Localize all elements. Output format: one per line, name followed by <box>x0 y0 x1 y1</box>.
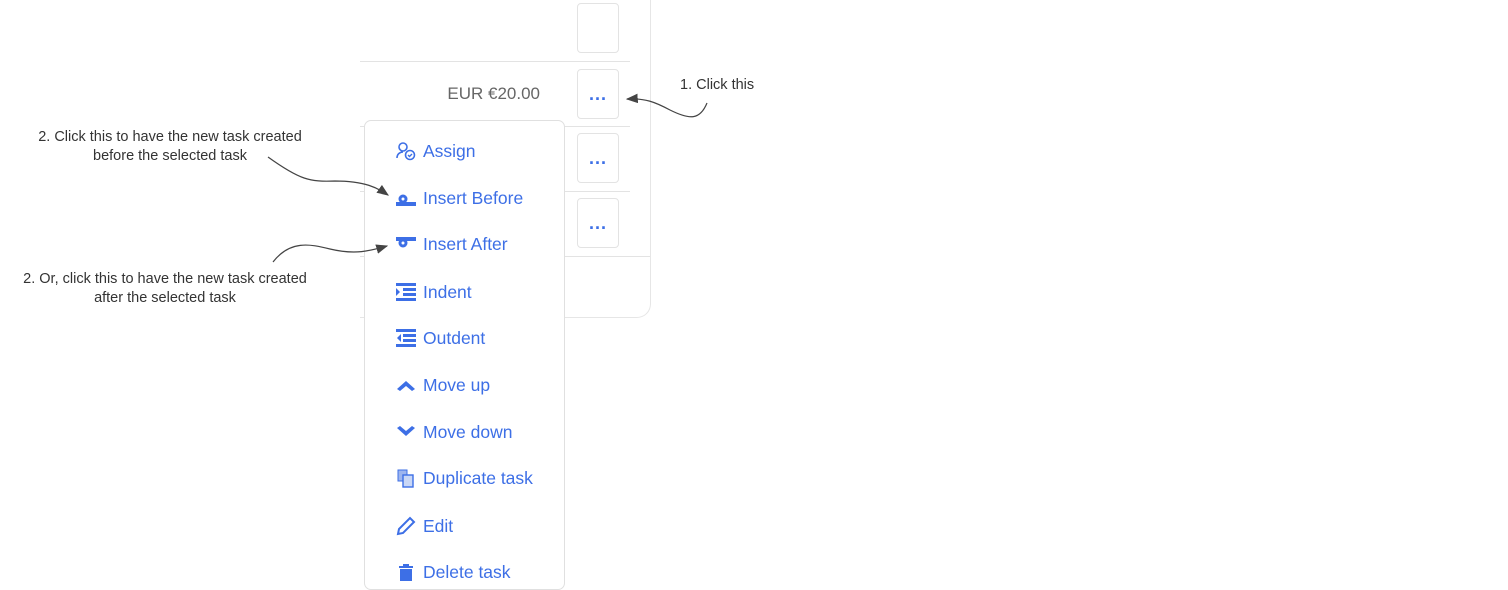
arrow-insert-after <box>272 244 389 263</box>
arrow-insert-before <box>267 156 389 196</box>
arrow-step1 <box>625 93 708 118</box>
annotation-arrows <box>267 93 708 263</box>
